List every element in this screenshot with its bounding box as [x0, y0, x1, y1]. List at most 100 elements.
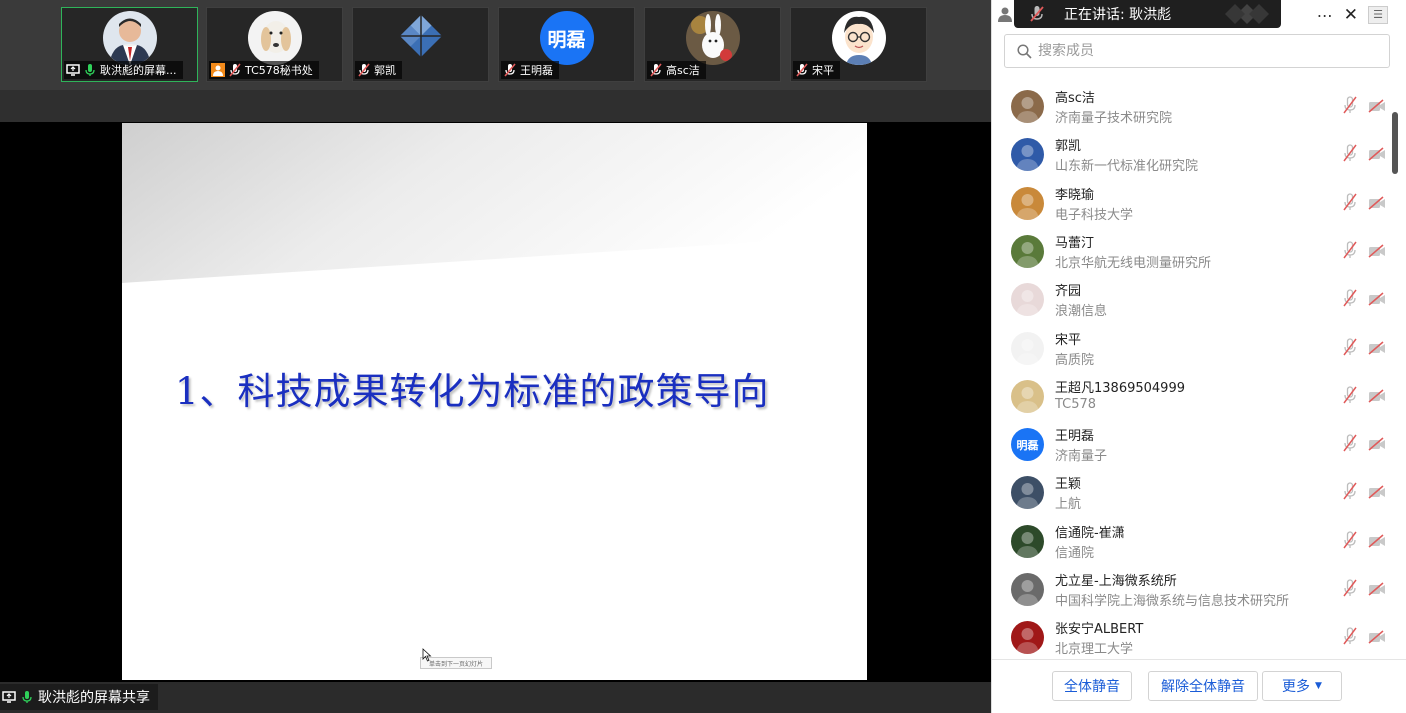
video-tile-participant[interactable]: 郭凯	[352, 7, 489, 82]
mic-muted-icon[interactable]	[1342, 531, 1358, 549]
member-name: 齐园	[1055, 284, 1082, 299]
participant-name: 王明磊	[520, 64, 553, 77]
tile-name-bar: 郭凯	[355, 61, 402, 79]
member-avatar	[1011, 525, 1044, 558]
member-row[interactable]: 李晓瑜 电子科技大学	[992, 180, 1392, 228]
screen-share-label: 耿洪彪的屏幕共享	[38, 690, 150, 706]
close-icon[interactable]: ✕	[1344, 5, 1358, 25]
camera-off-icon[interactable]	[1368, 243, 1386, 258]
avatar-initials: 明磊	[547, 28, 586, 51]
member-avatar: 明磊	[1011, 428, 1044, 461]
member-row[interactable]: 王颖 上航	[992, 469, 1392, 517]
camera-off-icon[interactable]	[1368, 146, 1386, 161]
participant-cartoon-avatar	[831, 11, 886, 65]
participant-photo	[102, 11, 157, 65]
mic-muted-icon[interactable]	[1342, 289, 1358, 307]
member-name: 王明磊	[1055, 429, 1095, 444]
member-avatar	[1011, 90, 1044, 123]
active-speaker-text: 正在讲话: 耿洪彪	[1064, 7, 1172, 23]
member-name: 尤立星-上海微系统所	[1055, 574, 1177, 589]
member-row[interactable]: 尤立星-上海微系统所 中国科学院上海微系统与信息技术研究所	[992, 566, 1392, 614]
mic-muted-icon[interactable]	[1342, 96, 1358, 114]
panel-window-controls: ⋯ ✕ ☰	[1317, 5, 1388, 25]
member-organization: 浪潮信息	[1055, 304, 1108, 319]
menu-icon[interactable]: ☰	[1368, 6, 1388, 24]
search-input[interactable]	[1038, 43, 1358, 59]
mute-all-button[interactable]: 全体静音	[1052, 671, 1132, 701]
video-tile-participant[interactable]: 宋平	[790, 7, 927, 82]
participant-name: 宋平	[812, 64, 834, 77]
member-organization: 信通院	[1055, 546, 1095, 561]
mic-muted-icon[interactable]	[1342, 386, 1358, 404]
screen-share-status[interactable]: 耿洪彪的屏幕共享	[0, 684, 158, 710]
participant-video-strip: 耿洪彪的屏幕... TC578秘书处 郭凯 明磊 王明磊 高sc洁 宋平	[0, 0, 991, 90]
member-list-scrollbar[interactable]	[1392, 112, 1398, 174]
video-tile-presenter[interactable]: 耿洪彪的屏幕...	[61, 7, 198, 82]
tile-name-bar: 王明磊	[501, 61, 559, 79]
video-tile-participant[interactable]: 明磊 王明磊	[498, 7, 635, 82]
camera-off-icon[interactable]	[1368, 533, 1386, 548]
search-icon	[1017, 43, 1032, 59]
mic-muted-icon	[795, 63, 809, 77]
member-avatar	[1011, 283, 1044, 316]
video-tile-participant[interactable]: TC578秘书处	[206, 7, 343, 82]
member-row[interactable]: 齐园 浪潮信息	[992, 276, 1392, 324]
mic-muted-icon	[1030, 6, 1044, 22]
mic-muted-icon[interactable]	[1342, 627, 1358, 645]
tile-name-bar: 宋平	[793, 61, 840, 79]
participant-name: 郭凯	[374, 64, 396, 77]
camera-off-icon[interactable]	[1368, 388, 1386, 403]
mic-muted-icon[interactable]	[1342, 579, 1358, 597]
mic-muted-icon[interactable]	[1342, 482, 1358, 500]
participant-name: 耿洪彪的屏幕...	[100, 64, 177, 77]
member-panel: 正在讲话: 耿洪彪 ⋯ ✕ ☰ 高sc洁济南量子技术研究院郭凯山东新一代标准化研…	[991, 0, 1406, 713]
member-organization: 北京理工大学	[1055, 642, 1134, 657]
tile-name-bar: TC578秘书处	[209, 61, 319, 79]
participant-name: 高sc洁	[666, 64, 700, 77]
camera-off-icon[interactable]	[1368, 581, 1386, 596]
member-organization: 高质院	[1055, 353, 1095, 368]
camera-off-icon[interactable]	[1368, 484, 1386, 499]
camera-off-icon[interactable]	[1368, 629, 1386, 644]
member-row[interactable]: 明磊 王明磊济南量子	[992, 421, 1392, 469]
meeting-area: 耿洪彪的屏幕... TC578秘书处 郭凯 明磊 王明磊 高sc洁 宋平 1、科…	[0, 0, 991, 713]
camera-off-icon[interactable]	[1368, 340, 1386, 355]
member-organization: 上航	[1055, 497, 1082, 512]
member-row[interactable]: 高sc洁 济南量子技术研究院	[992, 83, 1392, 131]
mic-muted-icon[interactable]	[1342, 338, 1358, 356]
member-name: 高sc洁	[1055, 91, 1095, 106]
video-tile-participant[interactable]: 高sc洁	[644, 7, 781, 82]
mic-muted-icon	[357, 63, 371, 77]
camera-off-icon[interactable]	[1368, 98, 1386, 113]
member-row[interactable]: 宋平 高质院	[992, 325, 1392, 373]
tile-name-bar: 耿洪彪的屏幕...	[64, 61, 183, 79]
mic-muted-icon[interactable]	[1342, 144, 1358, 162]
member-row[interactable]: 王超凡13869504999 TC578	[992, 373, 1392, 421]
member-row[interactable]: 马蕾汀 北京华航无线电测量研究所	[992, 228, 1392, 276]
camera-off-icon[interactable]	[1368, 436, 1386, 451]
member-name: 张安宁ALBERT	[1055, 622, 1144, 637]
participant-avatar: 明磊	[539, 11, 594, 65]
member-avatar	[1011, 573, 1044, 606]
member-search-box[interactable]	[1004, 34, 1390, 68]
mic-muted-icon[interactable]	[1342, 193, 1358, 211]
more-options-icon[interactable]: ⋯	[1317, 6, 1334, 25]
participant-photo	[247, 11, 302, 65]
member-organization: 济南量子	[1055, 449, 1108, 464]
mic-muted-icon[interactable]	[1342, 241, 1358, 259]
tile-name-bar: 高sc洁	[647, 61, 706, 79]
screen-share-icon	[2, 690, 16, 704]
camera-off-icon[interactable]	[1368, 195, 1386, 210]
member-avatar	[1011, 187, 1044, 220]
user-badge-icon	[211, 63, 225, 77]
shared-slide: 1、科技成果转化为标准的政策导向 单击到下一页幻灯片	[122, 123, 867, 680]
member-organization: 北京华航无线电测量研究所	[1055, 256, 1212, 271]
member-row[interactable]: 信通院-崔潇 信通院	[992, 518, 1392, 566]
meeting-window: 耿洪彪的屏幕... TC578秘书处 郭凯 明磊 王明磊 高sc洁 宋平 1、科…	[0, 0, 1406, 713]
member-row[interactable]: 郭凯 山东新一代标准化研究院	[992, 131, 1392, 179]
member-row[interactable]: 张安宁ALBERT 北京理工大学	[992, 614, 1392, 658]
mic-muted-icon[interactable]	[1342, 434, 1358, 452]
more-button[interactable]: 更多 ▼	[1262, 671, 1342, 701]
camera-off-icon[interactable]	[1368, 291, 1386, 306]
unmute-all-button[interactable]: 解除全体静音	[1148, 671, 1258, 701]
